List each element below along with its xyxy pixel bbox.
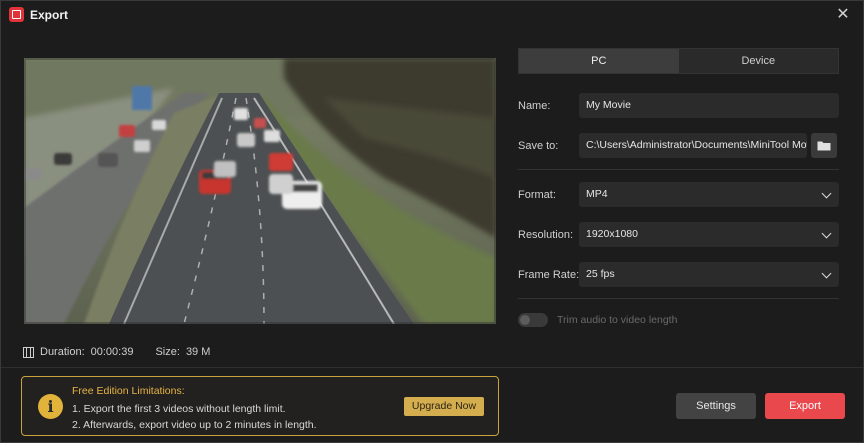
tab-pc[interactable]: PC: [519, 49, 679, 73]
frame-rate-select[interactable]: 25 fps: [579, 262, 839, 287]
preview-info: Duration: 00:00:39 Size: 39 M: [23, 346, 210, 358]
close-button[interactable]: ✕: [833, 5, 853, 25]
name-field[interactable]: My Movie: [579, 93, 839, 118]
export-target-tabs: PC Device: [518, 48, 839, 74]
export-button[interactable]: Export: [765, 393, 845, 419]
frame-rate-value: 25 fps: [586, 268, 615, 280]
preview-frame-image: [24, 58, 496, 324]
limitation-line-1: 1. Export the first 3 videos without len…: [72, 403, 286, 415]
limitation-line-2: 2. Afterwards, export video up to 2 minu…: [72, 419, 317, 431]
resolution-select[interactable]: 1920x1080: [579, 222, 839, 247]
chevron-down-icon: [821, 268, 832, 279]
section-divider: [518, 298, 839, 299]
limitations-title: Free Edition Limitations:: [72, 385, 185, 397]
format-label: Format:: [518, 189, 556, 201]
resolution-label: Resolution:: [518, 229, 574, 241]
section-divider: [518, 169, 839, 170]
settings-button[interactable]: Settings: [676, 393, 756, 419]
trim-audio-toggle[interactable]: [518, 313, 548, 327]
dialog-title: Export: [30, 8, 69, 22]
resolution-value: 1920x1080: [586, 228, 638, 240]
browse-folder-button[interactable]: [811, 133, 837, 158]
duration-value: 00:00:39: [90, 346, 134, 358]
film-icon: [23, 346, 34, 358]
upgrade-now-button[interactable]: Upgrade Now: [404, 397, 484, 416]
size-label: Size:: [155, 346, 180, 358]
trim-audio-label: Trim audio to video length: [557, 314, 678, 326]
app-logo-icon: [9, 7, 24, 22]
save-to-field[interactable]: C:\Users\Administrator\Documents\MiniToo…: [579, 133, 807, 158]
folder-icon: [817, 141, 831, 151]
title-bar: Export ✕: [1, 1, 863, 29]
video-preview: [24, 58, 496, 324]
format-select[interactable]: MP4: [579, 182, 839, 207]
free-edition-notice: i Free Edition Limitations: 1. Export th…: [21, 376, 499, 436]
duration-label: Duration:: [40, 346, 85, 358]
format-value: MP4: [586, 188, 608, 200]
frame-rate-label: Frame Rate:: [518, 269, 580, 281]
footer-divider: [1, 367, 863, 368]
name-label: Name:: [518, 100, 551, 112]
tab-device[interactable]: Device: [679, 49, 839, 73]
chevron-down-icon: [821, 188, 832, 199]
info-icon: i: [38, 394, 63, 419]
export-dialog: Export ✕ Duration: 00:00:39 Size: 39 M P…: [0, 0, 864, 443]
chevron-down-icon: [821, 228, 832, 239]
save-to-label: Save to:: [518, 140, 559, 152]
size-value: 39 M: [185, 346, 211, 358]
